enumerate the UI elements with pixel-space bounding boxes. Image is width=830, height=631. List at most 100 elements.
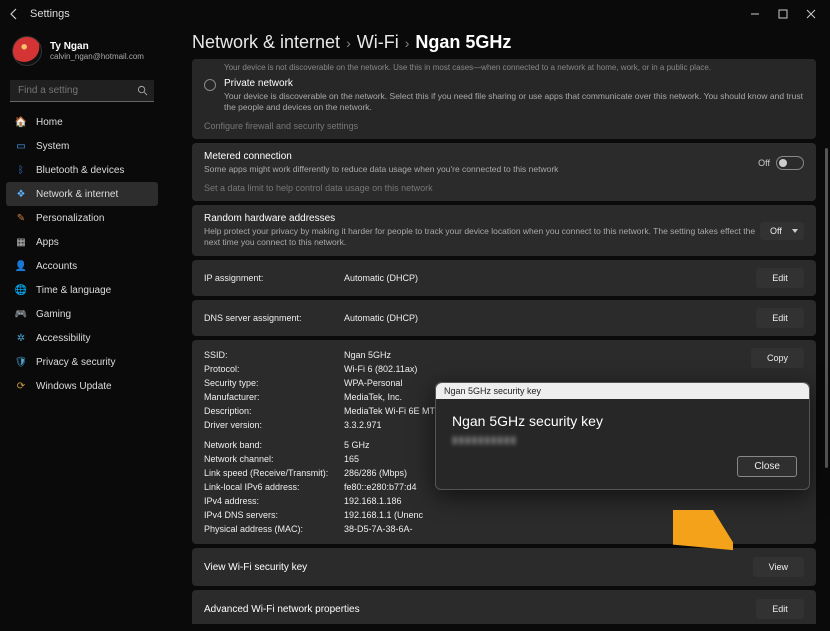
advanced-label: Advanced Wi-Fi network properties <box>204 604 756 615</box>
sidebar-item-privacy-security[interactable]: 🛡 Privacy & security <box>6 350 158 374</box>
private-network-title: Private network <box>224 78 804 89</box>
dns-value: Automatic (DHCP) <box>344 313 418 323</box>
detail-key: Physical address (MAC): <box>204 524 344 534</box>
window-controls <box>750 9 822 19</box>
sidebar-item-windows-update[interactable]: ⟳Windows Update <box>6 374 158 398</box>
metered-state: Off <box>758 158 770 168</box>
ip-edit-button[interactable]: Edit <box>756 268 804 288</box>
nav-label: Accessibility <box>36 333 90 344</box>
nav-label: Privacy & security <box>36 357 115 368</box>
detail-key: Description: <box>204 406 344 416</box>
detail-key: IPv4 address: <box>204 496 344 506</box>
avatar <box>12 36 42 66</box>
minimize-icon[interactable] <box>750 9 760 19</box>
window-title: Settings <box>30 8 750 20</box>
sidebar-item-accessibility[interactable]: ✲ Accessibility <box>6 326 158 350</box>
nav-label: Bluetooth & devices <box>36 165 124 176</box>
scrollbar[interactable] <box>824 28 828 631</box>
search-icon <box>137 85 148 99</box>
advanced-row: Advanced Wi-Fi network properties Edit <box>192 590 816 624</box>
titlebar: Settings <box>0 0 830 28</box>
nav-icon: 🏠 <box>14 115 28 129</box>
detail-value: Wi-Fi 6 (802.11ax) <box>344 364 417 374</box>
security-key-dialog: Ngan 5GHz security key Ngan 5GHz securit… <box>435 382 810 490</box>
detail-row: Physical address (MAC):38-D5-7A-38-6A- <box>204 522 804 536</box>
back-icon[interactable] <box>8 8 20 20</box>
nav-icon: ✲ <box>14 331 28 345</box>
detail-row: SSID:Ngan 5GHz <box>204 348 751 362</box>
detail-value: Ngan 5GHz <box>344 350 391 360</box>
detail-key: SSID: <box>204 350 344 360</box>
firewall-link[interactable]: Configure firewall and security settings <box>204 121 804 131</box>
sidebar-item-apps[interactable]: ▦Apps <box>6 230 158 254</box>
detail-row: IPv4 DNS servers:192.168.1.1 (Unenc <box>204 508 804 522</box>
maximize-icon[interactable] <box>778 9 788 19</box>
nav-label: Apps <box>36 237 59 248</box>
breadcrumb: Network & internet › Wi-Fi › Ngan 5GHz <box>192 32 822 53</box>
nav-label: Accounts <box>36 261 77 272</box>
detail-value: fe80::e280:b77:d4 <box>344 482 417 492</box>
dns-row: DNS server assignment:Automatic (DHCP) E… <box>192 300 816 336</box>
nav-icon: ▭ <box>14 139 28 153</box>
metered-card: Metered connection Some apps might work … <box>192 143 816 201</box>
search-input[interactable] <box>10 80 154 102</box>
dns-edit-button[interactable]: Edit <box>756 308 804 328</box>
dialog-close-button[interactable]: Close <box>737 456 797 477</box>
user-name: Ty Ngan <box>50 41 144 52</box>
view-key-row: View Wi-Fi security key View <box>192 548 816 586</box>
private-network-radio[interactable] <box>204 79 216 91</box>
ip-label: IP assignment: <box>204 273 344 283</box>
search-box[interactable] <box>10 80 154 102</box>
crumb-current: Ngan 5GHz <box>415 32 511 53</box>
data-limit-link[interactable]: Set a data limit to help control data us… <box>204 183 804 193</box>
detail-key: Network band: <box>204 440 344 450</box>
sidebar-item-bluetooth-devices[interactable]: ᛒ Bluetooth & devices <box>6 158 158 182</box>
user-block[interactable]: Ty Ngan calvin_ngan@hotmail.com <box>6 32 158 76</box>
detail-value: 286/286 (Mbps) <box>344 468 407 478</box>
metered-desc: Some apps might work differently to redu… <box>204 164 758 175</box>
crumb-wifi[interactable]: Wi-Fi <box>357 32 399 53</box>
nav-icon: 🎮 <box>14 307 28 321</box>
sidebar-item-network-internet[interactable]: ❖Network & internet <box>6 182 158 206</box>
sidebar-item-home[interactable]: 🏠 Home <box>6 110 158 134</box>
detail-key: Driver version: <box>204 420 344 430</box>
nav-icon: 👤 <box>14 259 28 273</box>
detail-key: Network channel: <box>204 454 344 464</box>
crumb-network[interactable]: Network & internet <box>192 32 340 53</box>
metered-title: Metered connection <box>204 151 758 162</box>
copy-button[interactable]: Copy <box>751 348 804 368</box>
dns-label: DNS server assignment: <box>204 313 344 323</box>
view-key-button[interactable]: View <box>753 557 804 577</box>
scroll-thumb[interactable] <box>825 148 828 468</box>
nav-icon: 🌐 <box>14 283 28 297</box>
metered-toggle[interactable] <box>776 156 804 170</box>
detail-row: Protocol:Wi-Fi 6 (802.11ax) <box>204 362 751 376</box>
random-mac-select[interactable]: Off <box>760 222 804 240</box>
detail-value: 3.3.2.971 <box>344 420 382 430</box>
sidebar-item-accounts[interactable]: 👤 Accounts <box>6 254 158 278</box>
nav-label: Time & language <box>36 285 111 296</box>
dialog-heading: Ngan 5GHz security key <box>452 413 793 429</box>
private-network-desc: Your device is discoverable on the netwo… <box>224 91 804 113</box>
detail-value: MediaTek, Inc. <box>344 392 402 402</box>
sidebar-item-personalization[interactable]: ✎Personalization <box>6 206 158 230</box>
advanced-edit-button[interactable]: Edit <box>756 599 804 619</box>
detail-value: 165 <box>344 454 359 464</box>
close-icon[interactable] <box>806 9 816 19</box>
content: Network & internet › Wi-Fi › Ngan 5GHz Y… <box>164 28 830 631</box>
sidebar-item-system[interactable]: ▭System <box>6 134 158 158</box>
sidebar-item-time-language[interactable]: 🌐 Time & language <box>6 278 158 302</box>
detail-key: Protocol: <box>204 364 344 374</box>
detail-value: 192.168.1.186 <box>344 496 402 506</box>
detail-key: IPv4 DNS servers: <box>204 510 344 520</box>
ip-value: Automatic (DHCP) <box>344 273 418 283</box>
nav-icon: ᛒ <box>14 163 28 177</box>
nav-label: Home <box>36 117 63 128</box>
nav-icon: ⟳ <box>14 379 28 393</box>
sidebar-item-gaming[interactable]: 🎮Gaming <box>6 302 158 326</box>
nav-icon: 🛡 <box>14 355 28 369</box>
network-profile-card: Your device is not discoverable on the n… <box>192 59 816 139</box>
ip-row: IP assignment:Automatic (DHCP) Edit <box>192 260 816 296</box>
user-email: calvin_ngan@hotmail.com <box>50 52 144 61</box>
view-key-label: View Wi-Fi security key <box>204 562 753 573</box>
